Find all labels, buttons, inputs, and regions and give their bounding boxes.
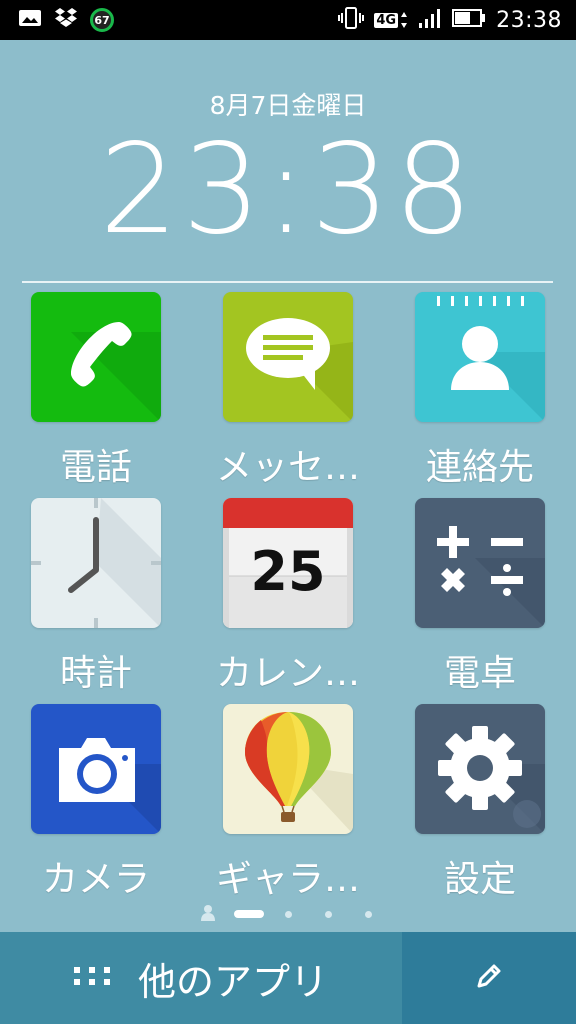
divider [22,281,553,283]
clock-time: 23:38 [99,118,477,262]
battery-icon [452,8,486,32]
calculator-icon [415,498,545,628]
camera-icon [31,704,161,834]
battery-saver-badge-icon: 67 [90,8,114,32]
page-dot[interactable] [285,911,292,918]
page-indicator[interactable] [0,904,576,924]
app-calendar[interactable]: 25 カレン… [192,496,384,702]
clock-icon [31,498,161,628]
vibrate-icon [338,6,365,34]
pencil-icon [473,960,505,996]
status-time: 23:38 [496,7,562,33]
person-page-icon[interactable] [200,904,216,926]
calendar-icon: 25 [223,498,353,628]
app-label: 連絡先 [425,447,534,488]
status-bar: 67 4G 23:38 [0,0,576,40]
phone-icon [31,292,161,422]
app-label: 設定 [443,859,516,900]
message-icon [223,292,353,422]
page-dot[interactable] [365,911,372,918]
app-label: 電話 [59,447,132,488]
more-apps-label: 他のアプリ [137,959,328,1004]
network-type-icon: 4G [374,10,408,30]
page-dot[interactable] [325,911,332,918]
app-label: 電卓 [443,653,516,694]
app-label: ギャラ… [215,859,360,900]
app-settings[interactable]: 設定 [384,702,576,908]
gallery-icon [223,704,353,834]
edit-button[interactable] [402,932,576,1024]
app-messages[interactable]: メッセ… [192,290,384,496]
calendar-day: 25 [250,540,326,603]
more-apps-button[interactable]: 他のアプリ [0,932,402,1024]
app-clock[interactable]: 時計 [0,496,192,702]
dropbox-icon [54,7,78,33]
app-label: メッセ… [215,447,360,488]
image-icon [18,8,42,32]
signal-icon [418,7,442,33]
grid-icon [73,965,110,991]
bottom-bar: 他のアプリ [0,932,576,1024]
app-phone[interactable]: 電話 [0,290,192,496]
app-label: カレン… [215,653,360,694]
app-label: カメラ [41,859,150,900]
badge-value: 67 [94,13,110,27]
page-dot-current[interactable] [234,910,264,918]
app-gallery[interactable]: ギャラ… [192,702,384,908]
app-label: 時計 [59,653,132,694]
app-contacts[interactable]: 連絡先 [384,290,576,496]
settings-icon [415,704,545,834]
clock-date: 8月7日金曜日 [209,91,367,120]
app-calculator[interactable]: 電卓 [384,496,576,702]
app-camera[interactable]: カメラ [0,702,192,908]
contacts-icon [415,292,545,422]
network-type-label: 4G [374,12,399,28]
